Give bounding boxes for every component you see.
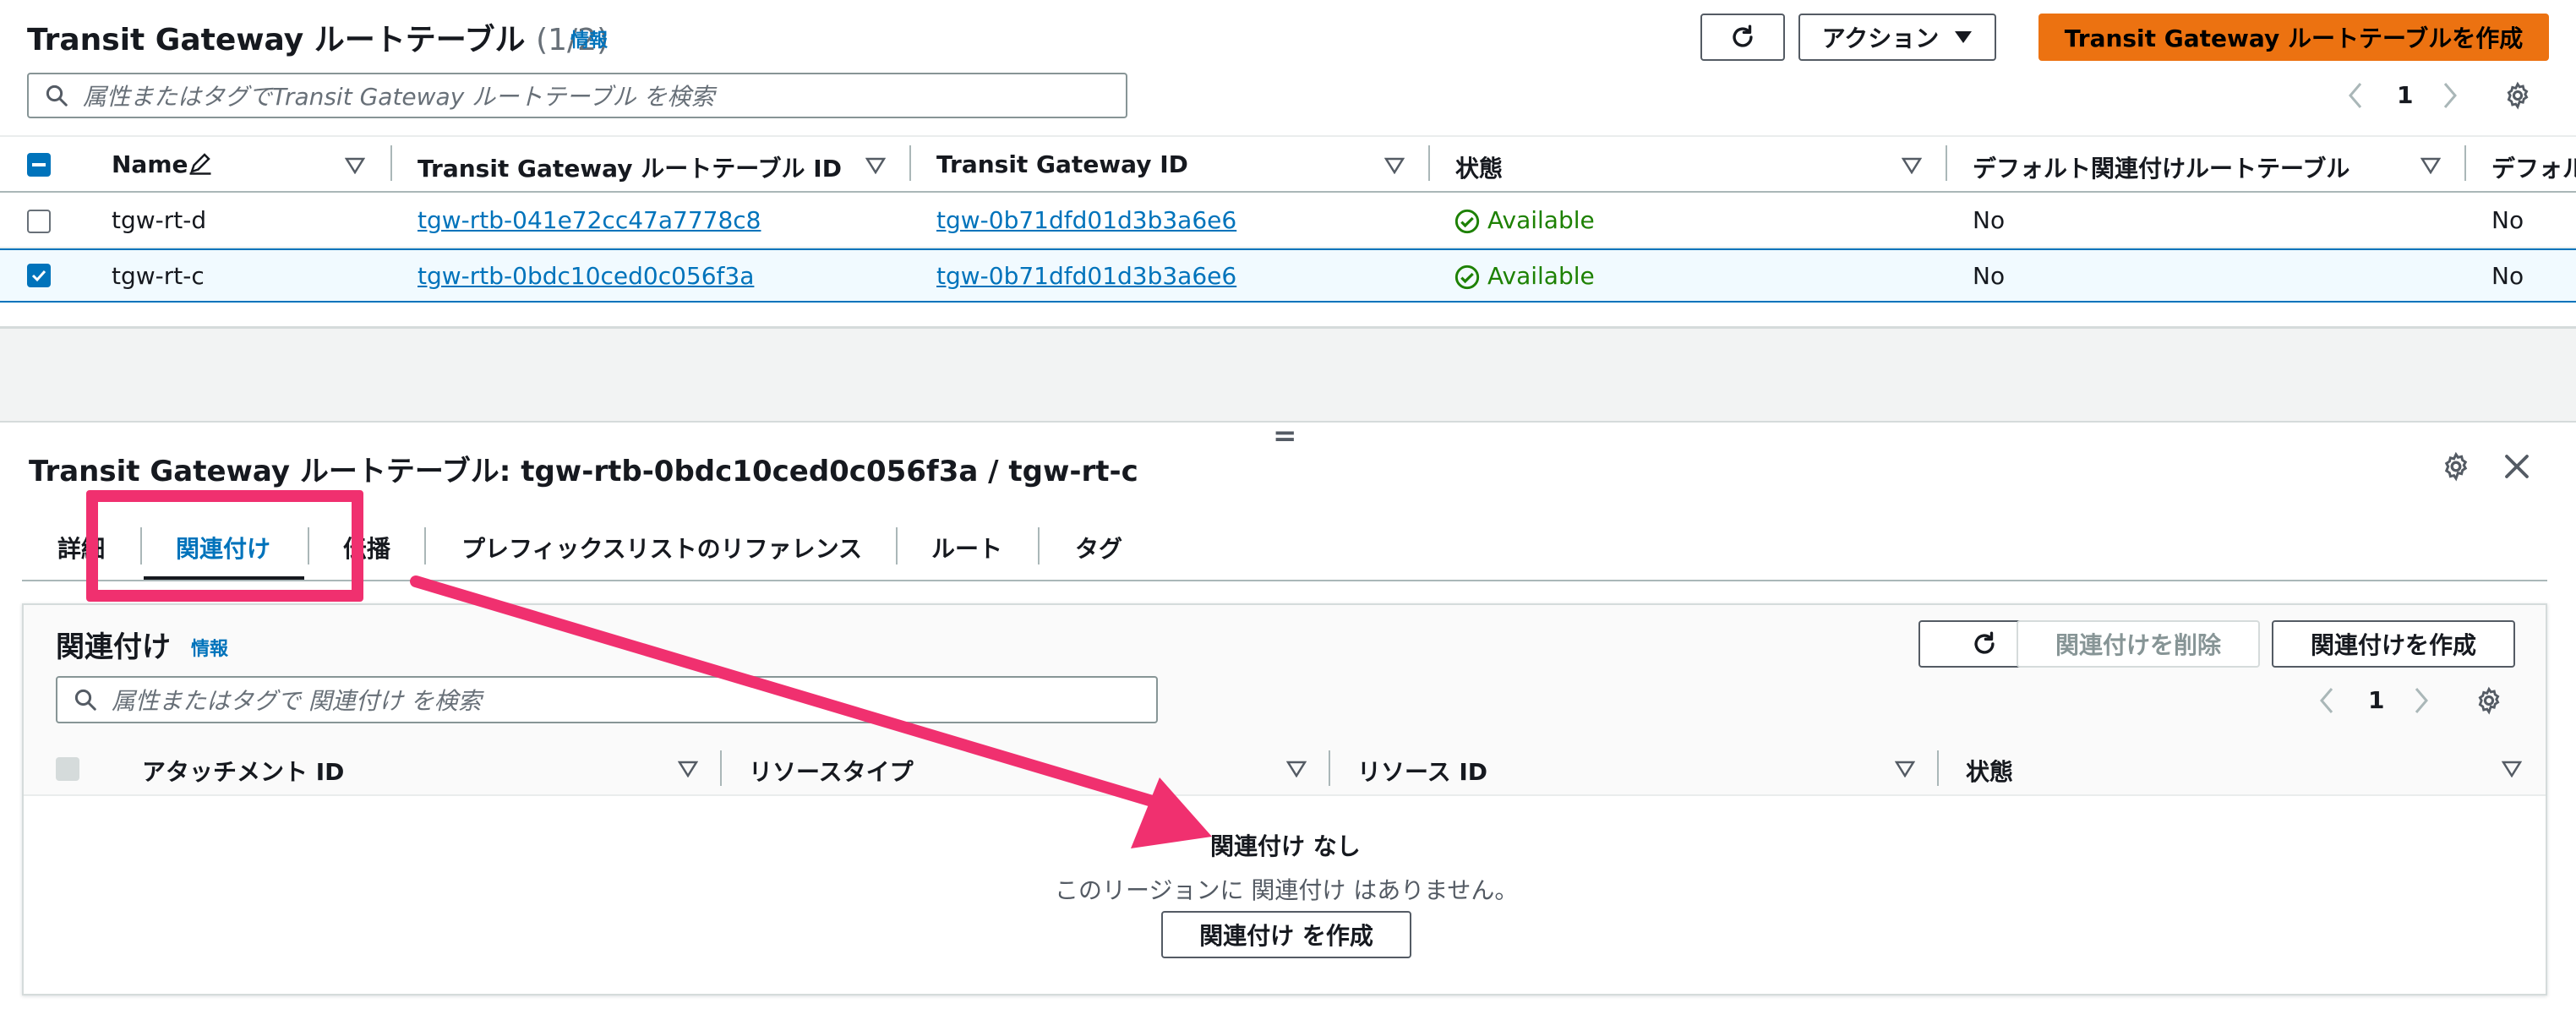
annotation-arrow bbox=[410, 575, 1212, 848]
